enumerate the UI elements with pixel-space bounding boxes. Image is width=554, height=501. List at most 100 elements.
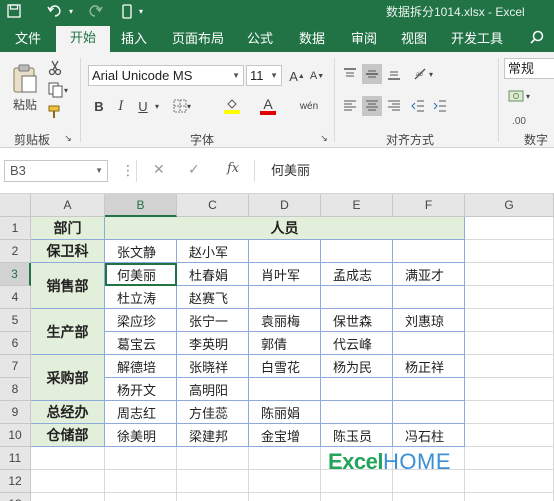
- row-header-6[interactable]: 6: [0, 332, 31, 355]
- cell-g3[interactable]: [465, 263, 554, 286]
- cell-d7[interactable]: 白雪花: [249, 355, 321, 378]
- cell-g1[interactable]: [465, 217, 554, 240]
- cell-f6[interactable]: [393, 332, 465, 355]
- cell-b12[interactable]: [105, 470, 177, 493]
- col-header-a[interactable]: A: [31, 194, 105, 217]
- font-launcher-icon[interactable]: ↘: [318, 132, 330, 144]
- cell-g5[interactable]: [465, 309, 554, 332]
- undo-icon[interactable]: [44, 2, 66, 20]
- cell-g13[interactable]: [465, 493, 554, 501]
- increase-font-size-button[interactable]: A ▲: [288, 66, 306, 86]
- cell-f3[interactable]: 满亚才: [393, 263, 465, 286]
- decimal-button[interactable]: .00: [506, 112, 532, 130]
- phonetic-button[interactable]: wén: [296, 96, 322, 116]
- cell-c7[interactable]: 张晓祥: [177, 355, 249, 378]
- cell-d10[interactable]: 金宝增: [249, 424, 321, 447]
- cell-b2[interactable]: 张文静: [105, 240, 177, 263]
- cell-c2[interactable]: 赵小军: [177, 240, 249, 263]
- row-header-13[interactable]: 13: [0, 493, 31, 501]
- cell-c11[interactable]: [177, 447, 249, 470]
- clipboard-launcher-icon[interactable]: ↘: [62, 132, 74, 144]
- cell-f2[interactable]: [393, 240, 465, 263]
- cell-e8[interactable]: [321, 378, 393, 401]
- font-name-select[interactable]: Arial Unicode MS ▼: [88, 65, 244, 86]
- more-icon[interactable]: ⋮: [121, 162, 135, 179]
- cell-f4[interactable]: [393, 286, 465, 309]
- font-size-select[interactable]: 11 ▼: [246, 65, 282, 86]
- row-header-9[interactable]: 9: [0, 401, 31, 424]
- cell-d9[interactable]: 陈丽娟: [249, 401, 321, 424]
- cell-b6[interactable]: 葛宝云: [105, 332, 177, 355]
- row-header-8[interactable]: 8: [0, 378, 31, 401]
- undo-dropdown-icon[interactable]: ▾: [66, 2, 76, 20]
- tab-home[interactable]: 开始: [56, 26, 110, 52]
- cell-f13[interactable]: [393, 493, 465, 501]
- cell-b13[interactable]: [105, 493, 177, 501]
- cell-f9[interactable]: [393, 401, 465, 424]
- cell-d13[interactable]: [249, 493, 321, 501]
- row-header-4[interactable]: 4: [0, 286, 31, 309]
- cell-a7-dept[interactable]: 采购部: [31, 355, 105, 401]
- cell-g4[interactable]: [465, 286, 554, 309]
- tab-developer[interactable]: 开发工具: [446, 29, 508, 52]
- col-header-b[interactable]: B: [105, 194, 177, 217]
- cell-e13[interactable]: [321, 493, 393, 501]
- cell-b7[interactable]: 解德培: [105, 355, 177, 378]
- align-right-button[interactable]: [384, 96, 404, 116]
- cell-f7[interactable]: 杨正祥: [393, 355, 465, 378]
- bold-button[interactable]: B: [90, 96, 108, 116]
- cell-e6[interactable]: 代云峰: [321, 332, 393, 355]
- cell-d2[interactable]: [249, 240, 321, 263]
- cell-f10[interactable]: 冯石柱: [393, 424, 465, 447]
- cell-g10[interactable]: [465, 424, 554, 447]
- redo-icon[interactable]: [84, 2, 106, 20]
- bottom-align-button[interactable]: [384, 64, 404, 84]
- cell-b5[interactable]: 梁应珍: [105, 309, 177, 332]
- orientation-button[interactable]: ab ▾: [408, 64, 438, 84]
- row-header-11[interactable]: 11: [0, 447, 31, 470]
- cell-d5[interactable]: 袁丽梅: [249, 309, 321, 332]
- cell-d12[interactable]: [249, 470, 321, 493]
- tab-formulas[interactable]: 公式: [240, 29, 280, 52]
- cell-c9[interactable]: 方佳蕊: [177, 401, 249, 424]
- tab-file[interactable]: 文件: [6, 29, 50, 52]
- touch-mode-icon[interactable]: [118, 2, 136, 20]
- name-box[interactable]: B3 ▼: [4, 160, 108, 182]
- cell-c8[interactable]: 高明阳: [177, 378, 249, 401]
- fill-color-button[interactable]: [218, 94, 246, 118]
- col-header-f[interactable]: F: [393, 194, 465, 217]
- row-header-10[interactable]: 10: [0, 424, 31, 447]
- cell-f8[interactable]: [393, 378, 465, 401]
- align-left-button[interactable]: [340, 96, 360, 116]
- cell-b9[interactable]: 周志红: [105, 401, 177, 424]
- cell-a3-dept[interactable]: 销售部: [31, 263, 105, 309]
- cell-g9[interactable]: [465, 401, 554, 424]
- cell-d8[interactable]: [249, 378, 321, 401]
- cell-e7[interactable]: 杨为民: [321, 355, 393, 378]
- select-all-corner[interactable]: [0, 194, 31, 217]
- col-header-e[interactable]: E: [321, 194, 393, 217]
- cell-c4[interactable]: 赵赛飞: [177, 286, 249, 309]
- customize-qat-icon[interactable]: ▾: [136, 2, 146, 20]
- align-center-button[interactable]: [362, 96, 382, 116]
- row-header-7[interactable]: 7: [0, 355, 31, 378]
- row-header-5[interactable]: 5: [0, 309, 31, 332]
- italic-button[interactable]: I: [112, 96, 130, 116]
- cell-d11[interactable]: [249, 447, 321, 470]
- font-color-button[interactable]: A: [254, 94, 282, 118]
- cell-b4[interactable]: 杜立涛: [105, 286, 177, 309]
- top-align-button[interactable]: [340, 64, 360, 84]
- col-header-d[interactable]: D: [249, 194, 321, 217]
- cell-a10-dept[interactable]: 仓储部: [31, 424, 105, 447]
- cell-a2-dept[interactable]: 保卫科: [31, 240, 105, 263]
- cell-d6[interactable]: 郭倩: [249, 332, 321, 355]
- row-header-12[interactable]: 12: [0, 470, 31, 493]
- paste-button[interactable]: 粘贴: [8, 58, 42, 118]
- number-format-select[interactable]: 常规: [504, 58, 554, 79]
- cell-b3[interactable]: 何美丽: [105, 263, 177, 286]
- insert-function-button[interactable]: fx: [227, 161, 239, 176]
- row-header-2[interactable]: 2: [0, 240, 31, 263]
- cell-c10[interactable]: 梁建邦: [177, 424, 249, 447]
- underline-dropdown-icon[interactable]: ▾: [152, 98, 162, 114]
- col-header-c[interactable]: C: [177, 194, 249, 217]
